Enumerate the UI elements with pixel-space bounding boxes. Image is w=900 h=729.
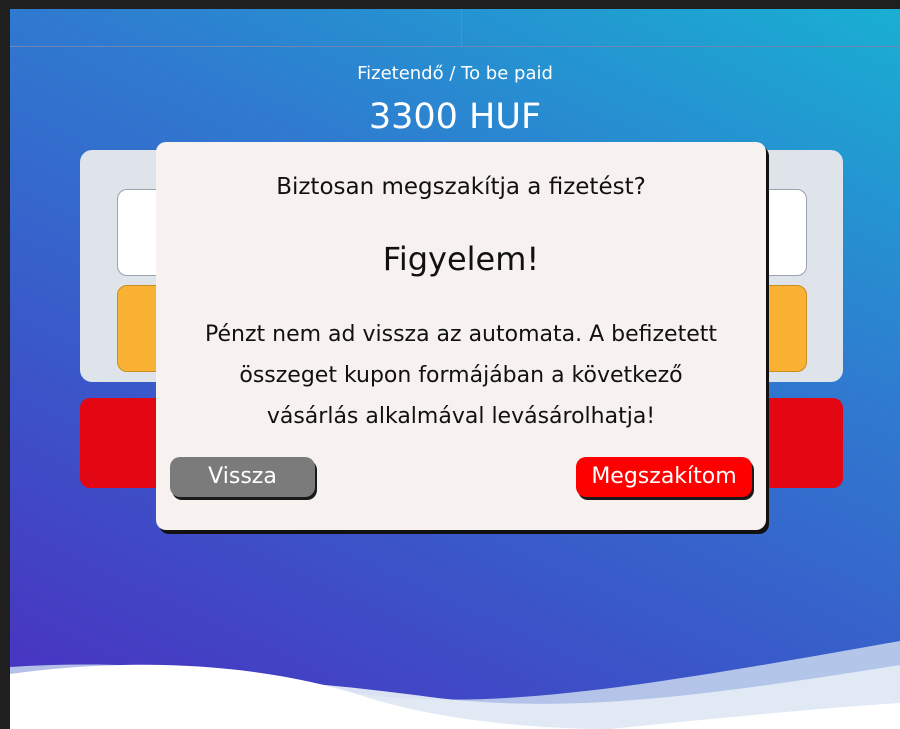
- top-bar: [10, 9, 900, 47]
- top-bar-right-cell: [462, 9, 900, 46]
- back-button[interactable]: Vissza: [170, 457, 315, 497]
- decorative-wave: [10, 641, 900, 729]
- dialog-message-line: vásárlás alkalmával levásárolhatja!: [266, 404, 656, 429]
- abort-payment-dialog: Biztosan megszakítja a fizetést? Figyele…: [156, 142, 766, 530]
- dialog-message-line: Pénzt nem ad vissza az automata. A befiz…: [205, 322, 717, 347]
- kiosk-window: Fizetendő / To be paid 3300 HUF Biztosan…: [0, 0, 900, 729]
- amount-due-label: Fizetendő / To be paid: [357, 63, 553, 84]
- dialog-warning-title: Figyelem!: [382, 240, 540, 278]
- dialog-message-line: összeget kupon formájában a következő: [239, 363, 683, 388]
- window-left-border: [0, 0, 10, 729]
- payment-screen: Fizetendő / To be paid 3300 HUF Biztosan…: [10, 9, 900, 729]
- amount-due-value: 3300 HUF: [368, 97, 542, 137]
- abort-button[interactable]: Megszakítom: [576, 457, 752, 497]
- dialog-question: Biztosan megszakítja a fizetést?: [276, 174, 646, 200]
- dialog-message: Pénzt nem ad vissza az automata. A befiz…: [166, 314, 756, 437]
- window-top-border: [0, 0, 900, 9]
- top-bar-left-cell: [10, 9, 462, 46]
